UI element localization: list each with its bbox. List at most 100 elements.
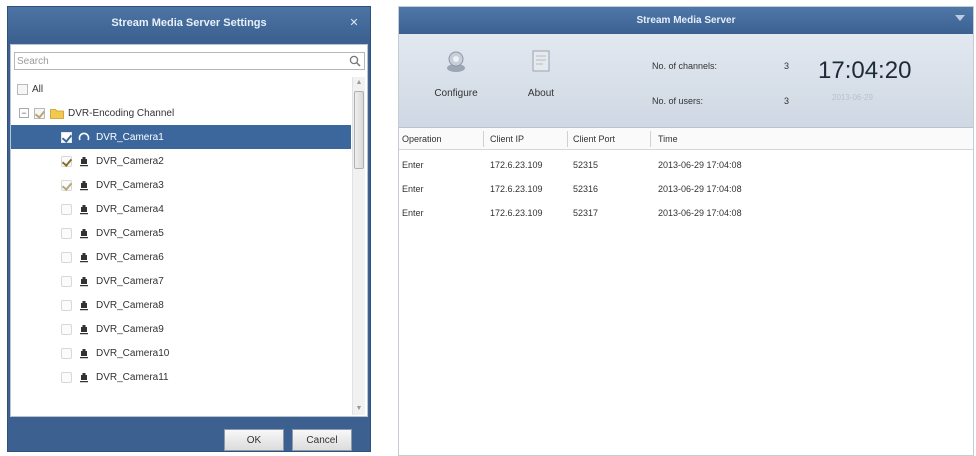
column-header: Time bbox=[658, 134, 678, 144]
camera-label: DVR_Camera8 bbox=[96, 299, 164, 311]
camera-checkbox[interactable] bbox=[61, 251, 72, 263]
configure-label: Configure bbox=[434, 88, 478, 99]
users-value: 3 bbox=[784, 96, 790, 106]
tree-row-camera[interactable]: DVR_Camera6 bbox=[11, 245, 351, 269]
tree-row-camera[interactable]: DVR_Camera1 bbox=[11, 125, 351, 149]
minimize-icon[interactable] bbox=[953, 12, 967, 26]
ok-button[interactable]: OK bbox=[224, 429, 284, 451]
users-label: No. of users: bbox=[652, 96, 704, 106]
cell-client-ip: 172.6.23.109 bbox=[490, 184, 543, 194]
server-title: Stream Media Server bbox=[636, 15, 736, 26]
cell-operation: Enter bbox=[402, 160, 424, 170]
camera-label: DVR_Camera6 bbox=[96, 251, 164, 263]
tree-row-camera[interactable]: DVR_Camera7 bbox=[11, 269, 351, 293]
channel-tree: All − DVR-Encoding Channel DVR_Camera1 D… bbox=[11, 77, 351, 415]
tree-row-camera[interactable]: DVR_Camera2 bbox=[11, 149, 351, 173]
tree-row-camera[interactable]: DVR_Camera5 bbox=[11, 221, 351, 245]
camera-icon bbox=[80, 277, 88, 287]
camera-checkbox[interactable] bbox=[61, 179, 72, 191]
camera-icon bbox=[80, 181, 88, 191]
group-label: DVR-Encoding Channel bbox=[68, 107, 175, 119]
camera-label: DVR_Camera11 bbox=[96, 371, 169, 383]
tree-row-camera[interactable]: DVR_Camera11 bbox=[11, 365, 351, 389]
tree-row-camera[interactable]: DVR_Camera9 bbox=[11, 317, 351, 341]
cell-operation: Enter bbox=[402, 208, 424, 218]
camera-checkbox[interactable] bbox=[61, 371, 72, 383]
dialog-title-bar: Stream Media Server Settings bbox=[8, 7, 370, 39]
scroll-thumb[interactable] bbox=[354, 91, 364, 169]
about-button[interactable]: About bbox=[511, 48, 571, 99]
cell-client-ip: 172.6.23.109 bbox=[490, 208, 543, 218]
camera-label: DVR_Camera1 bbox=[96, 131, 164, 143]
camera-checkbox[interactable] bbox=[61, 203, 72, 215]
column-header: Client Port bbox=[573, 134, 616, 144]
camera-label: DVR_Camera7 bbox=[96, 275, 164, 287]
all-label: All bbox=[32, 83, 44, 95]
camera-label: DVR_Camera10 bbox=[96, 347, 170, 359]
camera-checkbox[interactable] bbox=[61, 275, 72, 287]
tree-scrollbar[interactable]: ▲ ▼ bbox=[352, 77, 365, 415]
log-table-header: Operation Client IP Client Port Time bbox=[399, 128, 973, 150]
cell-client-port: 52316 bbox=[573, 184, 599, 194]
tree-row-group[interactable]: − DVR-Encoding Channel bbox=[11, 101, 351, 125]
column-divider[interactable] bbox=[567, 131, 568, 147]
camera-icon bbox=[80, 157, 88, 167]
tree-row-camera[interactable]: DVR_Camera4 bbox=[11, 197, 351, 221]
column-header: Operation bbox=[402, 134, 442, 144]
column-divider[interactable] bbox=[650, 131, 651, 147]
camera-icon bbox=[80, 349, 88, 359]
all-checkbox[interactable] bbox=[17, 83, 28, 95]
channels-label: No. of channels: bbox=[652, 61, 718, 71]
tree-row-camera[interactable]: DVR_Camera8 bbox=[11, 293, 351, 317]
camera-icon bbox=[80, 373, 88, 383]
cell-client-port: 52317 bbox=[573, 208, 599, 218]
search-icon[interactable] bbox=[348, 54, 362, 68]
search-box bbox=[14, 52, 365, 70]
cancel-button[interactable]: Cancel bbox=[292, 429, 352, 451]
camera-checkbox[interactable] bbox=[61, 155, 72, 167]
column-divider[interactable] bbox=[483, 131, 484, 147]
cell-time: 2013-06-29 17:04:08 bbox=[658, 208, 742, 218]
server-title-bar: Stream Media Server bbox=[399, 7, 973, 34]
cell-client-port: 52315 bbox=[573, 160, 599, 170]
stream-media-server-window: Stream Media Server Configure About No. … bbox=[398, 6, 974, 456]
cell-time: 2013-06-29 17:04:08 bbox=[658, 160, 742, 170]
about-icon bbox=[532, 50, 550, 72]
column-header: Client IP bbox=[490, 134, 525, 144]
camera-icon bbox=[80, 229, 88, 239]
camera-icon bbox=[80, 325, 88, 335]
server-header: Configure About No. of channels: 3 No. o… bbox=[399, 34, 973, 128]
camera-label: DVR_Camera9 bbox=[96, 323, 164, 335]
camera-checkbox[interactable] bbox=[61, 227, 72, 239]
camera-label: DVR_Camera2 bbox=[96, 155, 164, 167]
dialog-body: All − DVR-Encoding Channel DVR_Camera1 bbox=[10, 44, 368, 417]
channels-value: 3 bbox=[784, 61, 790, 71]
search-input[interactable] bbox=[17, 54, 337, 68]
camera-checkbox[interactable] bbox=[61, 131, 72, 143]
about-label: About bbox=[527, 88, 555, 99]
configure-icon bbox=[447, 51, 465, 72]
camera-checkbox[interactable] bbox=[61, 323, 72, 335]
camera-checkbox[interactable] bbox=[61, 347, 72, 359]
dialog-title: Stream Media Server Settings bbox=[111, 17, 267, 29]
camera-icon bbox=[80, 253, 88, 263]
tree-row-camera[interactable]: DVR_Camera10 bbox=[11, 341, 351, 365]
collapse-icon[interactable]: − bbox=[19, 108, 29, 118]
camera-icon bbox=[78, 132, 90, 141]
camera-label: DVR_Camera5 bbox=[96, 227, 164, 239]
camera-label: DVR_Camera3 bbox=[96, 179, 164, 191]
camera-checkbox[interactable] bbox=[61, 299, 72, 311]
clock-date: 2013-06-29 bbox=[832, 93, 873, 102]
camera-label: DVR_Camera4 bbox=[96, 203, 164, 215]
scroll-down-icon[interactable]: ▼ bbox=[353, 403, 365, 415]
camera-icon bbox=[80, 205, 88, 215]
configure-button[interactable]: Configure bbox=[426, 48, 486, 99]
group-checkbox[interactable] bbox=[34, 107, 45, 119]
tree-row-camera[interactable]: DVR_Camera3 bbox=[11, 173, 351, 197]
close-icon[interactable]: ✕ bbox=[348, 17, 360, 29]
tree-row-all[interactable]: All bbox=[11, 77, 351, 101]
camera-icon bbox=[80, 301, 88, 311]
stream-media-server-settings-dialog: Stream Media Server Settings ✕ All − bbox=[7, 6, 371, 452]
cell-client-ip: 172.6.23.109 bbox=[490, 160, 543, 170]
scroll-up-icon[interactable]: ▲ bbox=[353, 77, 365, 89]
